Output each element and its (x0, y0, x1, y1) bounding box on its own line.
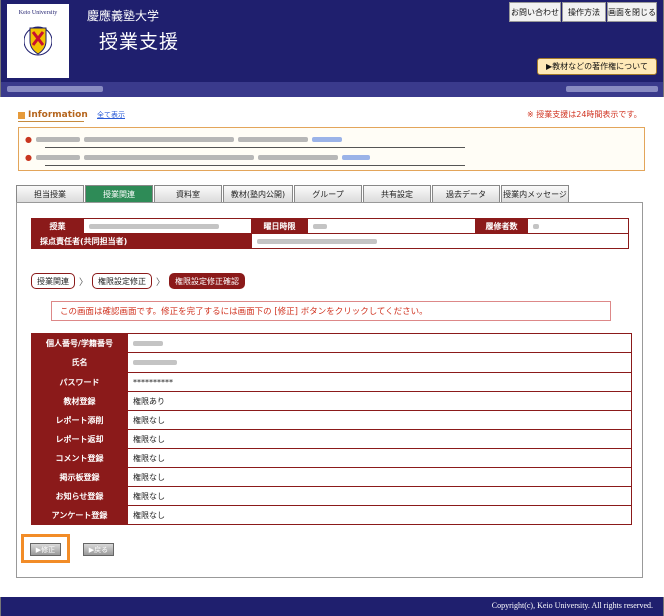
course-info-row: 授業 曜日時限 履修者数 (31, 218, 629, 234)
information-title: Information (28, 110, 88, 120)
report-grading-value: 権限なし (127, 410, 632, 430)
tab-bar: 担当授業 授業関連 資料室 教材(塾内公開) グループ 共有設定 過去データ 授… (16, 185, 570, 202)
bulletin-permission-value: 権限なし (127, 467, 632, 487)
breadcrumb-permission-edit[interactable]: 権限設定修正 (92, 273, 153, 289)
confirmation-message: この画面は確認画面です。修正を完了するには画面下の [修正] ボタンをクリックし… (51, 301, 611, 321)
news-item[interactable]: ● (25, 133, 346, 145)
bullet-icon: ● (25, 134, 32, 144)
name-value (127, 352, 632, 373)
comment-permission-label: コメント登録 (31, 448, 128, 468)
copyright-text: Copyright(c), Keio University. All right… (491, 601, 653, 610)
news-divider (45, 147, 465, 148)
password-value: ********** (127, 372, 632, 392)
breadcrumb: 授業関連 〉 権限設定修正 〉 権限設定修正確認 (31, 273, 246, 289)
course-value (83, 218, 252, 234)
tab-assigned-courses[interactable]: 担当授業 (16, 185, 84, 202)
detail-row: アンケート登録 権限なし (31, 505, 632, 525)
back-button[interactable]: ▶戻る (83, 543, 114, 556)
news-divider (45, 165, 465, 166)
user-bar (0, 82, 664, 97)
detail-row: 掲示板登録 権限なし (31, 467, 632, 487)
detail-row: 個人番号/学籍番号 (31, 333, 632, 353)
breadcrumb-permission-confirm: 権限設定修正確認 (169, 273, 246, 289)
bulletin-permission-label: 掲示板登録 (31, 467, 128, 487)
course-info-table: 授業 曜日時限 履修者数 採点責任者(共同担当者) (31, 218, 629, 249)
university-name: 慶應義塾大学 (87, 9, 160, 23)
tab-shared-settings[interactable]: 共有設定 (363, 185, 431, 202)
students-label: 履修者数 (475, 218, 528, 234)
info-square-icon (18, 111, 25, 119)
user-info-redacted (7, 86, 103, 92)
availability-notice: ※ 授業支援は24時間表示です。 (527, 110, 642, 119)
password-label: パスワード (31, 372, 128, 392)
header: Keio University 慶應義塾大学 授業支援 お問い合わせ 操作方法 … (0, 0, 664, 82)
news-box: ● ● (18, 127, 645, 171)
main-panel: 授業 曜日時限 履修者数 採点責任者(共同担当者) 授業関連 〉 権限設定修正 … (16, 202, 643, 578)
detail-row: レポート返却 権限なし (31, 429, 632, 449)
permission-details-table: 個人番号/学籍番号 氏名 パスワード ********** 教材登録 権限あり … (31, 333, 632, 525)
report-grading-label: レポート添削 (31, 410, 128, 430)
course-label: 授業 (31, 218, 84, 234)
detail-row: 教材登録 権限あり (31, 391, 632, 411)
breadcrumb-course-related[interactable]: 授業関連 (31, 273, 75, 289)
news-item[interactable]: ● (25, 151, 374, 163)
announcement-permission-value: 権限なし (127, 486, 632, 506)
footer: Copyright(c), Keio University. All right… (0, 597, 664, 616)
day-period-value (307, 218, 476, 234)
tab-groups[interactable]: グループ (294, 185, 362, 202)
detail-row: パスワード ********** (31, 372, 632, 392)
name-label: 氏名 (31, 352, 128, 373)
students-value (527, 218, 629, 234)
tab-resources[interactable]: 資料室 (154, 185, 222, 202)
materials-permission-label: 教材登録 (31, 391, 128, 411)
report-return-value: 権限なし (127, 429, 632, 449)
announcement-permission-label: お知らせ登録 (31, 486, 128, 506)
contact-button[interactable]: お問い合わせ (509, 2, 561, 22)
detail-row: コメント登録 権限なし (31, 448, 632, 468)
report-return-label: レポート返却 (31, 429, 128, 449)
comment-permission-value: 権限なし (127, 448, 632, 468)
detail-row: お知らせ登録 権限なし (31, 486, 632, 506)
grader-row: 採点責任者(共同担当者) (31, 233, 629, 249)
bullet-icon: ● (25, 152, 32, 162)
tab-course-related[interactable]: 授業関連 (85, 185, 153, 202)
submit-edit-button[interactable]: ▶修正 (30, 543, 61, 556)
close-window-button[interactable]: 画面を閉じる (607, 2, 657, 22)
detail-row: レポート添削 権限なし (31, 410, 632, 430)
survey-permission-label: アンケート登録 (31, 505, 128, 525)
detail-row: 氏名 (31, 352, 632, 373)
chevron-right-icon: 〉 (79, 277, 89, 288)
day-period-label: 曜日時限 (251, 218, 308, 234)
tab-course-messages[interactable]: 授業内メッセージ (501, 185, 569, 202)
id-number-value (127, 333, 632, 353)
information-heading: Information (18, 110, 88, 120)
university-logo[interactable]: Keio University (7, 4, 69, 78)
site-title: 授業支援 (99, 31, 180, 53)
id-number-label: 個人番号/学籍番号 (31, 333, 128, 353)
chevron-right-icon: 〉 (156, 277, 166, 288)
shield-icon (24, 26, 52, 56)
tab-materials[interactable]: 教材(塾内公開) (223, 185, 293, 202)
copyright-info-button[interactable]: ▶教材などの著作権について (537, 58, 657, 75)
logo-text: Keio University (18, 10, 58, 16)
survey-permission-value: 権限なし (127, 505, 632, 525)
show-all-link[interactable]: 全て表示 (97, 110, 125, 120)
information-underline (18, 121, 84, 122)
materials-permission-value: 権限あり (127, 391, 632, 411)
tab-past-data[interactable]: 過去データ (432, 185, 500, 202)
grader-value (251, 233, 629, 249)
datetime-redacted (566, 86, 658, 92)
grader-label: 採点責任者(共同担当者) (31, 233, 252, 249)
manual-button[interactable]: 操作方法 (562, 2, 606, 22)
